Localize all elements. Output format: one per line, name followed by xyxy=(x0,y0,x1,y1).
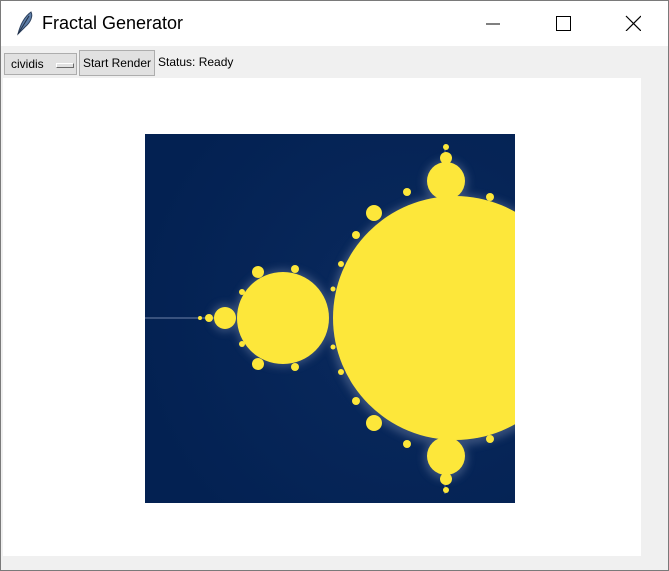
window-title: Fractal Generator xyxy=(42,13,184,33)
maximize-icon xyxy=(556,16,571,31)
toolbar: cividis Start Render Status: Ready xyxy=(1,46,668,78)
title-bar[interactable]: Fractal Generator xyxy=(1,1,668,46)
minimize-icon xyxy=(486,23,500,25)
app-window: Fractal Generator cividis Start Render S… xyxy=(0,0,669,571)
maximize-button[interactable] xyxy=(540,1,586,46)
mandelbrot-image xyxy=(145,134,515,503)
colormap-select[interactable]: cividis xyxy=(4,53,77,75)
render-canvas[interactable] xyxy=(3,78,641,556)
close-icon xyxy=(625,15,641,31)
status-label: Status: Ready xyxy=(158,55,234,69)
close-button[interactable] xyxy=(610,1,656,46)
minimize-button[interactable] xyxy=(470,1,516,46)
feather-icon xyxy=(14,10,36,36)
option-menu-indicator-icon xyxy=(56,63,74,68)
start-render-button[interactable]: Start Render xyxy=(79,50,155,76)
colormap-selected-value: cividis xyxy=(11,57,44,71)
